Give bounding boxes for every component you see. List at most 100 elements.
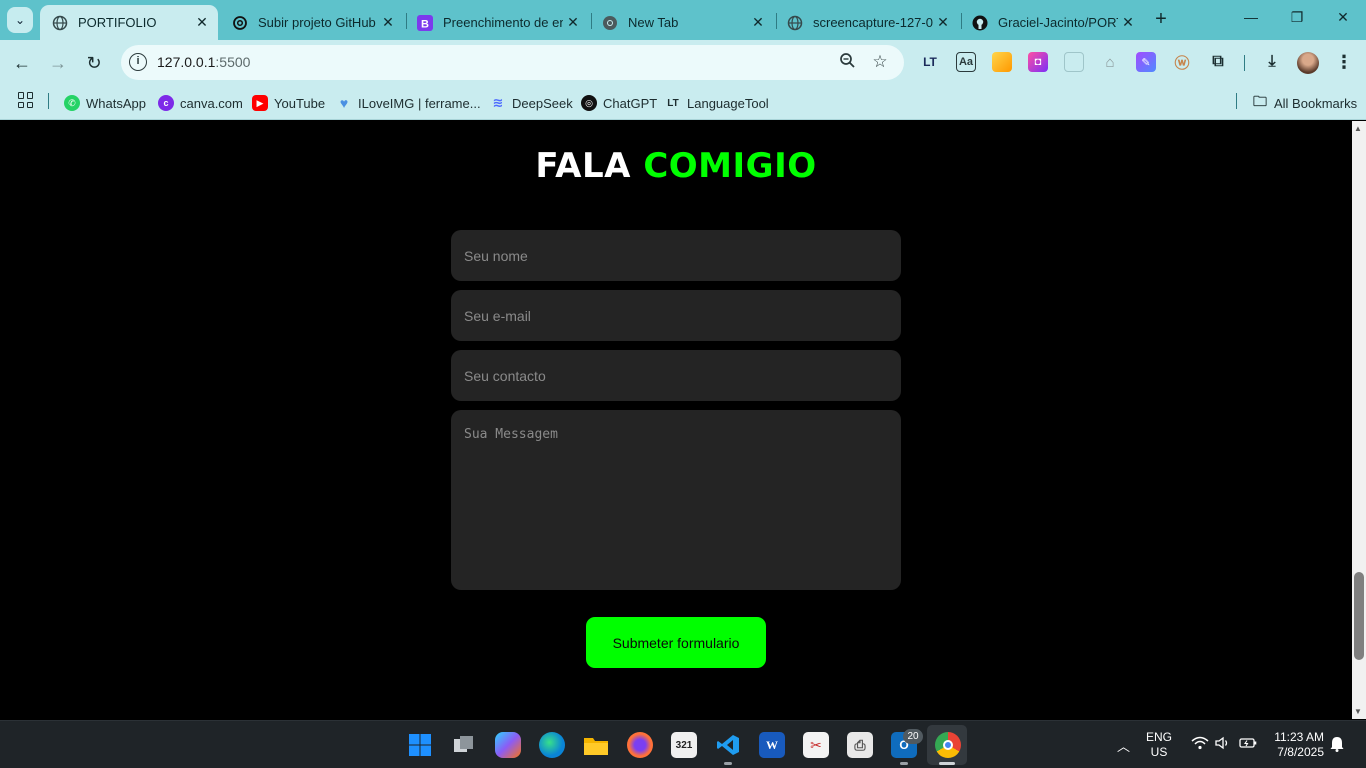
github-icon [972, 15, 988, 31]
scroll-down-arrow-icon[interactable]: ▼ [1354, 707, 1362, 716]
bookmark-canva[interactable]: c canva.com [158, 93, 243, 113]
minimize-icon[interactable]: — [1239, 9, 1263, 25]
youtube-icon: ▶ [252, 95, 268, 111]
url-text[interactable]: 127.0.0.1:5500 [157, 54, 250, 70]
bookmark-star-icon[interactable]: ☆ [870, 52, 890, 72]
windows-taskbar: 321 W ✂ ⎙ O 20 ︿ ENG US 11:23 AM 7/8/202… [0, 720, 1366, 768]
site-info-icon[interactable]: i [129, 53, 147, 71]
profile-avatar[interactable] [1297, 52, 1319, 74]
edge-icon[interactable] [539, 732, 565, 758]
wifi-icon[interactable] [1191, 736, 1209, 754]
all-bookmarks-label: All Bookmarks [1274, 95, 1358, 111]
all-bookmarks-folder[interactable]: 🗀 All Bookmarks [1252, 93, 1357, 113]
close-window-icon[interactable]: ✕ [1331, 9, 1355, 26]
notes-extension-icon[interactable] [992, 52, 1012, 72]
name-input[interactable] [451, 230, 901, 281]
zoom-icon[interactable] [837, 52, 857, 72]
running-indicator [724, 762, 732, 765]
tab-preenchimento[interactable]: B Preenchimento de en ✕ [405, 5, 589, 40]
file-explorer-icon[interactable] [583, 732, 609, 758]
close-tab-icon[interactable]: ✕ [933, 14, 953, 31]
tab-new-tab[interactable]: New Tab ✕ [590, 5, 774, 40]
tab-title: screencapture-127-0 [813, 15, 933, 30]
url-port: :5500 [215, 54, 251, 70]
dictionary-extension-icon[interactable]: Aa [956, 52, 976, 72]
firefox-icon[interactable] [627, 732, 653, 758]
language-indicator[interactable]: ENG US [1146, 730, 1172, 760]
tab-github[interactable]: Graciel-Jacinto/PORT ✕ [960, 5, 1144, 40]
restore-icon[interactable]: ❐ [1285, 9, 1309, 26]
windows-start-icon[interactable] [407, 732, 433, 758]
message-textarea[interactable] [451, 410, 901, 590]
tab-strip: ⌄ PORTIFOLIO ✕ Subir projeto GitHub ✕ B … [0, 0, 1366, 40]
wordpress-extension-icon[interactable]: ⓦ [1172, 52, 1192, 72]
whatsapp-icon: ✆ [64, 95, 80, 111]
tab-title: New Tab [628, 15, 679, 30]
tab-portifolio[interactable]: PORTIFOLIO ✕ [40, 5, 218, 40]
task-view-icon[interactable] [451, 732, 477, 758]
submit-form-button[interactable]: Submeter formulario [586, 617, 766, 668]
reload-icon[interactable]: ↻ [83, 52, 105, 74]
tab-search-button[interactable]: ⌄ [7, 7, 33, 33]
folder-icon: 🗀 [1253, 93, 1267, 109]
word-icon[interactable]: W [759, 732, 785, 758]
bookmark-youtube[interactable]: ▶ YouTube [252, 93, 325, 113]
bookmark-chatgpt[interactable]: ◎ ChatGPT [581, 93, 657, 113]
bookmarks-bar: ✆ WhatsApp c canva.com ▶ YouTube ♥ ILove… [0, 86, 1366, 120]
deepseek-whale-icon: ≋ [492, 95, 504, 110]
camera-extension-icon[interactable]: ⌂ [1100, 52, 1120, 72]
contact-input[interactable] [451, 350, 901, 401]
extensions-puzzle-icon[interactable]: ⧉ [1208, 52, 1228, 72]
calendar-app-icon[interactable]: 321 [671, 732, 697, 758]
system-clock[interactable]: 11:23 AM 7/8/2025 [1266, 730, 1324, 760]
tab-title: Subir projeto GitHub [258, 15, 376, 30]
languagetool-extension-icon[interactable]: LT [920, 52, 940, 72]
bookmark-iloveimg[interactable]: ♥ ILoveIMG | ferrame... [336, 93, 481, 113]
close-tab-icon[interactable]: ✕ [748, 14, 768, 31]
tab-title: PORTIFOLIO [78, 15, 157, 30]
close-tab-icon[interactable]: ✕ [378, 14, 398, 31]
menu-kebab-icon[interactable]: ⋮ [1334, 52, 1354, 72]
volume-icon[interactable] [1215, 736, 1231, 754]
show-hidden-icons-chevron-icon[interactable]: ︿ [1117, 736, 1130, 755]
vscode-icon[interactable] [715, 732, 741, 758]
bookmark-label: ChatGPT [603, 95, 658, 111]
bookmark-label: canva.com [180, 95, 243, 111]
bookmark-deepseek[interactable]: ≋ DeepSeek [490, 93, 573, 113]
bookmark-label: WhatsApp [86, 95, 146, 111]
back-icon[interactable]: ← [11, 52, 33, 74]
bookmark-label: DeepSeek [512, 95, 573, 111]
printer-app-icon[interactable]: ⎙ [847, 732, 873, 758]
globe-icon [52, 15, 68, 31]
forward-icon[interactable]: → [47, 52, 69, 74]
heading-white-part: FALA [535, 146, 631, 186]
bookmark-label: YouTube [274, 95, 326, 111]
new-tab-button[interactable]: + [1150, 8, 1172, 30]
screen-recorder-extension-icon[interactable]: ◘ [1028, 52, 1048, 72]
scroll-up-arrow-icon[interactable]: ▲ [1354, 124, 1362, 133]
copilot-icon[interactable] [495, 732, 521, 758]
region-code: US [1150, 745, 1168, 759]
chatgpt-icon [232, 15, 248, 31]
notification-bell-icon[interactable] [1330, 736, 1344, 756]
browser-toolbar: ← → ↻ i 127.0.0.1:5500 ☆ LT Aa ◘ ⌂ ✎ ⓦ ⧉… [0, 40, 1366, 86]
close-tab-icon[interactable]: ✕ [192, 14, 212, 31]
bookmark-whatsapp[interactable]: ✆ WhatsApp [64, 93, 146, 113]
email-input[interactable] [451, 290, 901, 341]
close-tab-icon[interactable]: ✕ [1118, 14, 1138, 31]
snipping-tool-icon[interactable]: ✂ [803, 732, 829, 758]
apps-grid-icon[interactable] [18, 92, 34, 108]
color-picker-extension-icon[interactable]: ✎ [1136, 52, 1156, 72]
mail-badge: 20 [903, 729, 923, 744]
toolbar-separator [1244, 55, 1245, 71]
scrollbar-thumb[interactable] [1354, 572, 1364, 660]
chrome-taskbar-icon[interactable] [935, 732, 961, 758]
tab-subir-projeto[interactable]: Subir projeto GitHub ✕ [220, 5, 404, 40]
download-icon[interactable]: ⤓ [1262, 52, 1282, 72]
address-bar[interactable]: i 127.0.0.1:5500 ☆ [121, 45, 904, 80]
bookmark-languagetool[interactable]: LT LanguageTool [665, 93, 768, 113]
close-tab-icon[interactable]: ✕ [563, 14, 583, 31]
tab-screencapture[interactable]: screencapture-127-0 ✕ [775, 5, 959, 40]
blank-extension-icon[interactable] [1064, 52, 1084, 72]
battery-icon[interactable] [1239, 736, 1257, 753]
